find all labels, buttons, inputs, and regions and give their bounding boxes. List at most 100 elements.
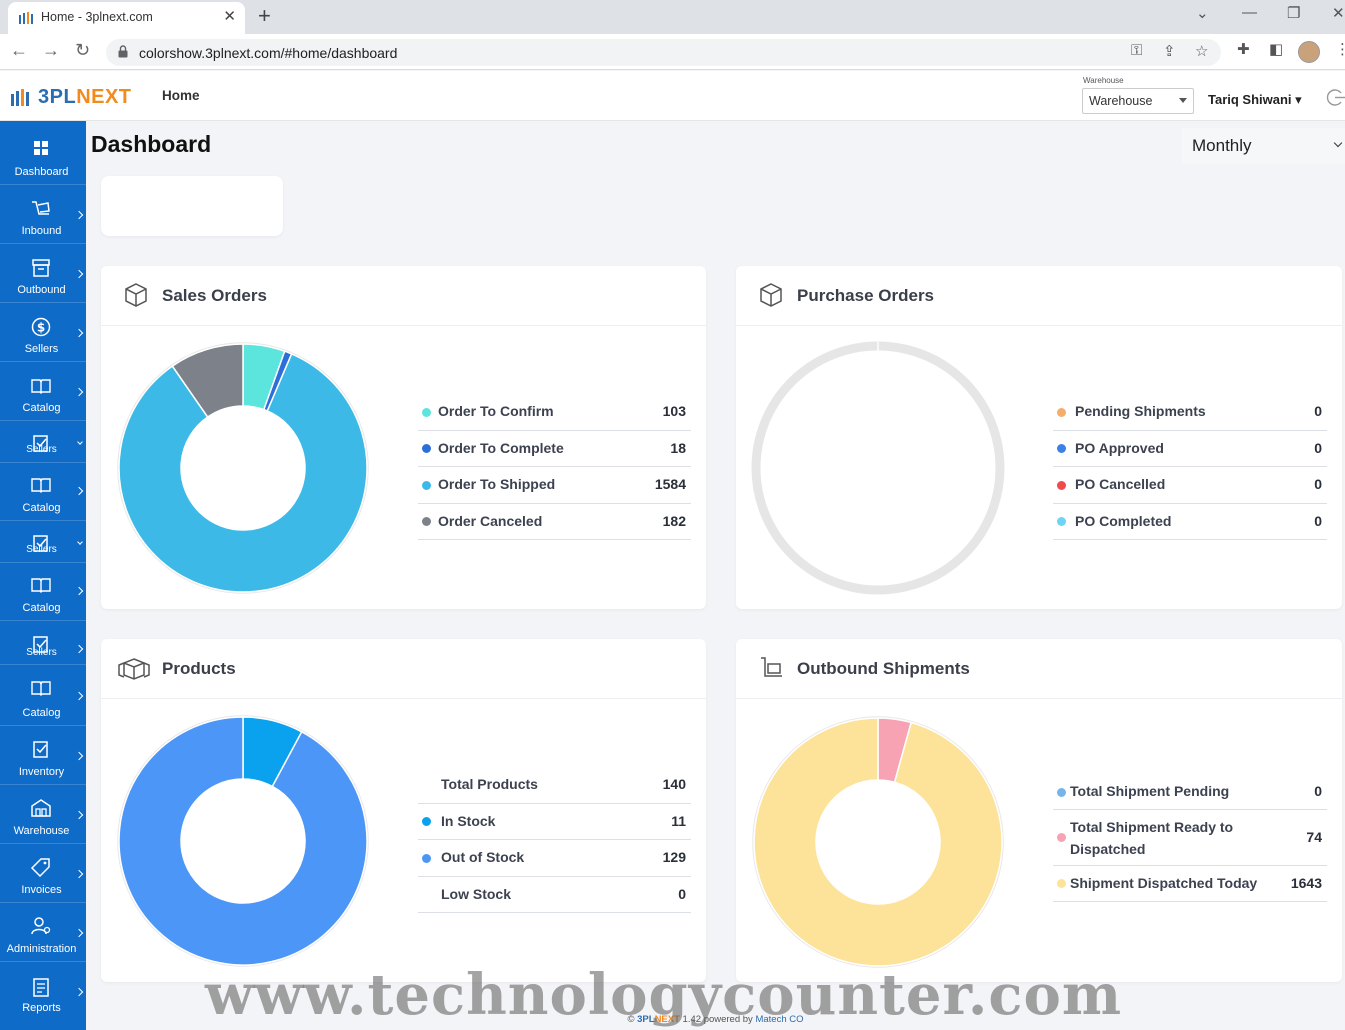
legend-value: 74 xyxy=(1306,828,1322,845)
side-panel-icon[interactable]: ◧ xyxy=(1269,40,1283,58)
url-text: colorshow.3plnext.com/#home/dashboard xyxy=(139,45,398,61)
restore-icon[interactable]: ❐ xyxy=(1287,4,1300,22)
warehouse-icon xyxy=(31,799,51,817)
sidebar-item-inventory[interactable]: Inventory xyxy=(0,726,86,785)
card-header: Sales Orders xyxy=(101,266,706,326)
sidebar-item-invoices[interactable]: Invoices xyxy=(0,844,86,903)
chevron-right-icon xyxy=(74,987,84,997)
sidebar-item-sellers-3[interactable]: Sellers xyxy=(0,521,86,563)
box-icon xyxy=(125,283,147,307)
legend-label: Low Stock xyxy=(441,885,512,902)
sidebar-item-catalog[interactable]: Catalog xyxy=(0,362,86,421)
nav-home-link[interactable]: Home xyxy=(162,88,200,103)
menu-dots-icon[interactable]: ⋮ xyxy=(1335,40,1345,58)
warehouse-select-value: Warehouse xyxy=(1089,94,1153,108)
sidebar-item-catalog-2[interactable]: Catalog xyxy=(0,463,86,521)
book-icon xyxy=(31,578,51,593)
legend-value: 182 xyxy=(662,512,686,529)
legend-dot xyxy=(1057,444,1066,454)
empty-ring xyxy=(751,341,1005,595)
legend-row: Total Shipment Pending 0 xyxy=(1053,774,1327,810)
legend-dot xyxy=(422,853,431,863)
legend-dot xyxy=(422,817,431,827)
dashboard-icon xyxy=(34,141,48,155)
sidebar-item-outbound[interactable]: Outbound xyxy=(0,244,86,303)
card-title: Products xyxy=(162,659,236,678)
sales-orders-card: Sales Orders Order To Confirm 103 Order To… xyxy=(101,266,706,609)
legend-row: PO Completed 0 xyxy=(1053,504,1327,540)
legend-dot xyxy=(422,444,431,454)
logo-text: 3PLNEXT xyxy=(38,85,132,108)
profile-avatar[interactable] xyxy=(1298,41,1320,63)
sidebar-item-catalog-3[interactable]: Catalog xyxy=(0,563,86,621)
legend-value: 0 xyxy=(1314,512,1322,529)
legend-dot xyxy=(1057,480,1066,490)
legend-row: PO Approved 0 xyxy=(1053,431,1327,467)
address-bar[interactable]: colorshow.3plnext.com/#home/dashboard ⚿ … xyxy=(106,39,1221,66)
chevron-down-icon xyxy=(1179,98,1187,103)
sidebar-item-sellers[interactable]: $ Sellers xyxy=(0,303,86,362)
legend-value: 18 xyxy=(670,439,686,456)
legend-dot xyxy=(422,517,431,527)
lock-icon xyxy=(118,45,128,58)
legend-label: Total Shipment Pending xyxy=(1070,783,1230,799)
card-title: Purchase Orders xyxy=(797,286,935,305)
chevron-right-icon xyxy=(74,810,84,820)
new-tab-icon[interactable]: + xyxy=(258,3,271,29)
dollar-icon: $ xyxy=(31,317,51,337)
card-header: Products xyxy=(101,639,706,699)
chevron-right-icon xyxy=(74,210,84,220)
legend-dot xyxy=(1057,407,1066,417)
forward-icon[interactable]: → xyxy=(42,40,60,61)
sidebar-item-administration[interactable]: Administration xyxy=(0,903,86,962)
logo[interactable]: 3PLNEXT xyxy=(10,85,132,109)
card-title: Outbound Shipments xyxy=(797,659,970,678)
legend-value: 0 xyxy=(678,885,686,902)
donut-slice-shipment-dispatched-today[interactable] xyxy=(753,717,1003,967)
bookmark-star-icon[interactable]: ☆ xyxy=(1195,42,1208,60)
legend-row: Total Products 140 xyxy=(418,767,691,804)
sales-orders-legend: Order To Confirm 103 Order To Complete 18 Or… xyxy=(418,394,691,544)
sidebar-item-inbound[interactable]: Inbound xyxy=(0,185,86,244)
close-window-icon[interactable]: ✕ xyxy=(1332,4,1345,22)
sidebar-item-warehouse[interactable]: Warehouse xyxy=(0,785,86,844)
box-icon xyxy=(760,283,782,307)
legend-row: Order To Complete 18 xyxy=(418,431,691,467)
legend-row: PO Cancelled 0 xyxy=(1053,467,1327,504)
legend-value: 0 xyxy=(1314,783,1322,799)
user-menu[interactable]: Tariq Shiwani ▾ xyxy=(1208,92,1302,108)
reload-icon[interactable]: ↻ xyxy=(75,40,90,61)
legend-label: PO Completed xyxy=(1075,512,1172,529)
watermark-text: www.technologycounter.com xyxy=(205,962,1123,1028)
legend-row: Out of Stock 129 xyxy=(418,840,691,877)
warehouse-select[interactable]: Warehouse xyxy=(1082,88,1194,114)
legend-row: Shipment Dispatched Today 1643 xyxy=(1053,866,1327,902)
card-title: Sales Orders xyxy=(162,286,267,305)
back-icon[interactable]: ← xyxy=(10,40,28,61)
legend-dot xyxy=(1057,787,1066,797)
donut-slice-out-of-stock[interactable] xyxy=(118,716,368,966)
outbound-shipments-legend: Total Shipment Pending 0 Total Shipment Re… xyxy=(1053,774,1327,909)
browser-tab[interactable]: Home - 3plnext.com ✕ xyxy=(8,2,245,34)
close-tab-icon[interactable]: ✕ xyxy=(223,7,236,25)
sidebar-item-catalog-4[interactable]: Catalog xyxy=(0,665,86,726)
legend-value: 0 xyxy=(1314,403,1322,420)
legend-row: In Stock 11 xyxy=(418,804,691,840)
key-icon[interactable]: ⚿ xyxy=(1131,42,1142,59)
sidebar-item-sellers-2[interactable]: Sellers xyxy=(0,421,86,463)
summary-card xyxy=(101,176,283,236)
legend-label: Order To Shipped xyxy=(438,476,556,493)
share-icon[interactable]: ⇪ xyxy=(1163,42,1176,60)
sidebar-item-dashboard[interactable]: Dashboard xyxy=(0,121,86,185)
minimize-icon[interactable]: — xyxy=(1242,4,1257,21)
tab-search-icon[interactable]: ⌄ xyxy=(1196,4,1209,22)
card-header: Purchase Orders xyxy=(736,266,1342,326)
outbound-shipments-card: Outbound Shipments Total Shipment Pendin… xyxy=(736,639,1342,982)
logout-icon[interactable] xyxy=(1326,88,1345,107)
period-select[interactable]: Monthly xyxy=(1182,128,1345,164)
sidebar-item-sellers-4[interactable]: Sellers xyxy=(0,621,86,665)
legend-label: Order Canceled xyxy=(438,512,543,529)
tab-title: Home - 3plnext.com xyxy=(41,10,153,24)
browser-tab-bar: Home - 3plnext.com ✕ + ⌄ — ❐ ✕ xyxy=(0,0,1345,34)
extensions-icon[interactable]: ✚ xyxy=(1237,40,1250,58)
